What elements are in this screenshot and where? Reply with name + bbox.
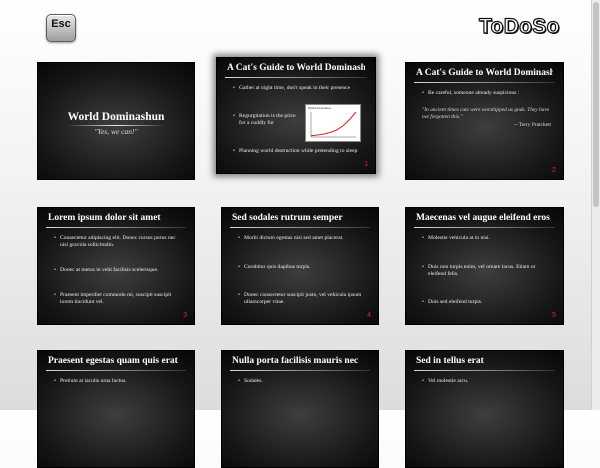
- slide-subtitle: "Yes, we can!": [94, 127, 138, 136]
- slide-thumbnail-3[interactable]: Lorem ipsum dolor sit amet Consectetur a…: [37, 207, 195, 325]
- slide-thumbnail-2[interactable]: A Cat's Guide to World Dominashun Be car…: [405, 62, 564, 180]
- bullet-item: Duis non turpis enim, vel ornare lacus. …: [422, 264, 553, 278]
- title-divider: [66, 125, 166, 126]
- slide-number: 3: [183, 312, 187, 319]
- title-divider: [46, 227, 186, 228]
- quote-text: "In ancient times cats were worshipped a…: [422, 107, 550, 120]
- vertical-scrollbar[interactable]: [591, 0, 600, 410]
- slide-title: Lorem ipsum dolor sit amet: [48, 213, 161, 223]
- bullet-item: Pretium at iaculis urna luctus.: [54, 378, 184, 385]
- slide-number: 1: [364, 161, 368, 168]
- bullet-item: Regurgitation is the price for a cuddly …: [233, 113, 299, 127]
- slide-thumbnail-1[interactable]: A Cat's Guide to World Dominashun Gather…: [216, 57, 376, 174]
- bullet-item: Gather at night time, don't speak in the…: [233, 85, 365, 92]
- title-divider: [230, 227, 370, 228]
- bullet-item: Vel molestie arcu.: [422, 378, 553, 385]
- title-divider: [414, 227, 555, 228]
- title-divider: [414, 370, 555, 371]
- chart-axis: [310, 112, 356, 138]
- slide-thumbnail-6[interactable]: Praesent egestas quam quis erat Pretium …: [37, 350, 195, 468]
- bullet-item: Donec consectetur suscipit justo, vel ve…: [238, 292, 368, 306]
- bullet-item: Morbi dictum egestas nisi sed amet place…: [238, 235, 368, 242]
- slide-thumbnail-8[interactable]: Sed in tellus erat Vel molestie arcu.: [405, 350, 564, 468]
- bullet-item: Donec at metus in velit facilisis sceler…: [54, 267, 184, 274]
- slide-title: Nulla porta facilisis mauris nec: [232, 356, 359, 366]
- slide-title: Maecenas vel augue eleifend eros: [416, 213, 550, 223]
- slide-thumbnail-4[interactable]: Sed sodales rutrum semper Morbi dictum e…: [221, 207, 379, 325]
- title-divider: [46, 370, 186, 371]
- bullet-item: Be careful, someone already suspicious :: [422, 90, 553, 97]
- slide-title: Sed sodales rutrum semper: [232, 213, 343, 223]
- bullet-item: Praesent imperdiet commodo mi, suscipit …: [54, 292, 184, 306]
- chart-svg: [310, 111, 357, 138]
- slide-title: World Dominashun: [67, 111, 165, 123]
- title-divider: [225, 77, 367, 78]
- slide-number: 2: [552, 167, 556, 174]
- bullet-item: Sodales.: [238, 378, 368, 385]
- slide-title: Sed in tellus erat: [416, 356, 484, 366]
- slide-thumbnail-title[interactable]: World Dominashun "Yes, we can!": [37, 62, 195, 180]
- bullet-item: Molestie vehicula at in nisi.: [422, 235, 553, 242]
- scrollbar-thumb[interactable]: [593, 2, 599, 207]
- slide-title: A Cat's Guide to World Dominashun: [227, 63, 365, 73]
- bullet-item: Curabitur quis dapibus turpis.: [238, 264, 368, 271]
- slide-title: Praesent egestas quam quis erat: [48, 356, 178, 366]
- app-logo: ToDoSo: [478, 14, 560, 38]
- slide-thumbnail-7[interactable]: Nulla porta facilisis mauris nec Sodales…: [221, 350, 379, 468]
- chart-series-line: [310, 111, 357, 137]
- slide-thumbnail-5[interactable]: Maecenas vel augue eleifend eros Molesti…: [405, 207, 564, 325]
- slide-number: 4: [367, 312, 371, 319]
- slide-quote: "In ancient times cats were worshipped a…: [422, 107, 551, 128]
- slide-chart: World domination: [305, 104, 361, 142]
- title-divider: [414, 82, 555, 83]
- bullet-item: Consectetur adipiscing elit. Donec cursu…: [54, 235, 184, 249]
- bullet-item: Planning world destruction while pretend…: [233, 148, 365, 155]
- slide-number: 5: [552, 312, 556, 319]
- slide-title: A Cat's Guide to World Dominashun: [416, 68, 553, 78]
- title-divider: [230, 370, 370, 371]
- bullet-item: Duis sed eleifend turpis.: [422, 299, 553, 306]
- esc-key-button[interactable]: Esc: [46, 14, 76, 42]
- quote-author: -- Terry Pratchett: [514, 121, 551, 128]
